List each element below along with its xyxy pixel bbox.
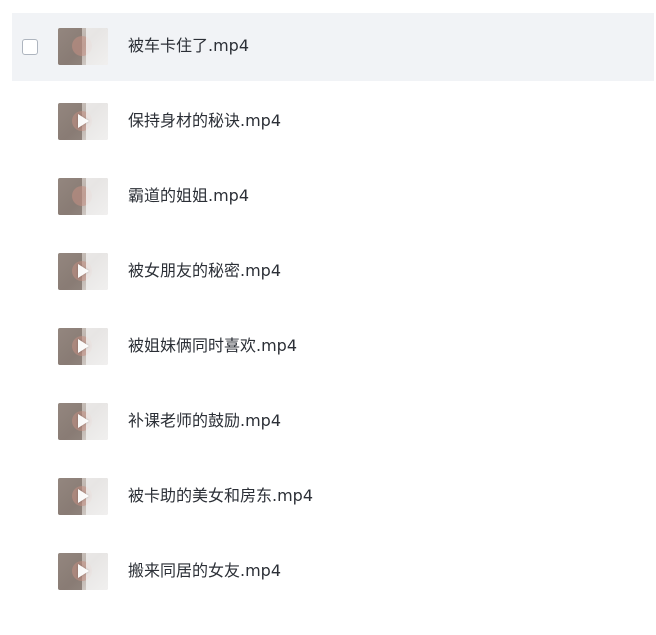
- file-row[interactable]: 被女朋友的秘密.mp4: [12, 238, 654, 306]
- video-thumbnail[interactable]: [58, 103, 108, 140]
- file-row[interactable]: 被卡助的美女和房东.mp4: [12, 463, 654, 531]
- file-row[interactable]: 保持身材的秘诀.mp4: [12, 88, 654, 156]
- play-icon: [78, 489, 89, 503]
- thumbnail-scene: [86, 28, 108, 65]
- play-icon: [78, 564, 89, 578]
- file-row[interactable]: 霸道的姐姐.mp4: [12, 163, 654, 231]
- file-name[interactable]: 补课老师的鼓励.mp4: [128, 410, 281, 432]
- play-icon: [78, 114, 89, 128]
- file-name[interactable]: 被卡助的美女和房东.mp4: [128, 485, 313, 507]
- file-row[interactable]: 被车卡住了.mp4: [12, 13, 654, 81]
- play-icon: [78, 414, 89, 428]
- thumbnail-scene: [86, 103, 108, 140]
- play-icon: [78, 339, 89, 353]
- thumbnail-scene: [86, 178, 108, 215]
- file-name[interactable]: 霸道的姐姐.mp4: [128, 185, 249, 207]
- video-thumbnail[interactable]: [58, 553, 108, 590]
- file-list: 被车卡住了.mp4 保持身材的秘诀.mp4 霸道的姐姐.mp4 被女朋友的秘密.…: [0, 0, 656, 635]
- video-thumbnail[interactable]: [58, 253, 108, 290]
- file-row[interactable]: 补课老师的鼓励.mp4: [12, 388, 654, 456]
- file-name[interactable]: 被姐妹俩同时喜欢.mp4: [128, 335, 297, 357]
- thumbnail-scene: [86, 328, 108, 365]
- file-row[interactable]: 被姐妹俩同时喜欢.mp4: [12, 313, 654, 381]
- file-name[interactable]: 被车卡住了.mp4: [128, 35, 249, 57]
- thumbnail-scene: [86, 253, 108, 290]
- play-icon: [78, 264, 89, 278]
- file-row[interactable]: 搬来同居的女友.mp4: [12, 538, 654, 606]
- video-thumbnail[interactable]: [58, 328, 108, 365]
- file-name[interactable]: 保持身材的秘诀.mp4: [128, 110, 281, 132]
- video-thumbnail[interactable]: [58, 478, 108, 515]
- video-thumbnail[interactable]: [58, 28, 108, 65]
- video-thumbnail[interactable]: [58, 403, 108, 440]
- video-thumbnail[interactable]: [58, 178, 108, 215]
- thumbnail-scene: [86, 478, 108, 515]
- thumbnail-scene: [86, 403, 108, 440]
- file-name[interactable]: 搬来同居的女友.mp4: [128, 560, 281, 582]
- thumbnail-scene: [86, 553, 108, 590]
- checkbox-icon[interactable]: [22, 39, 38, 55]
- file-name[interactable]: 被女朋友的秘密.mp4: [128, 260, 281, 282]
